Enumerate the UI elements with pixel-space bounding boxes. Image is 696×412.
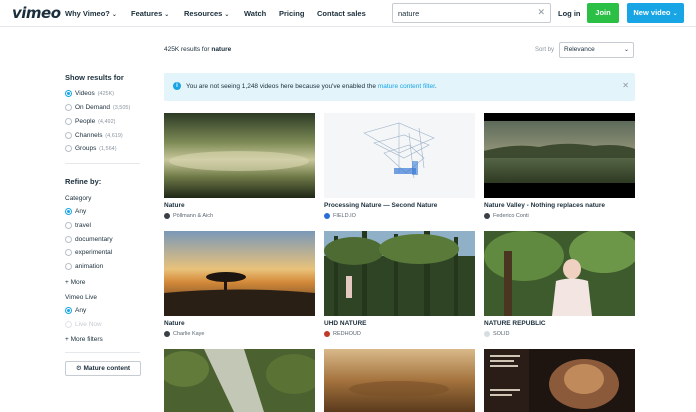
chevron-down-icon: ⌄ — [164, 12, 170, 18]
radio[interactable] — [65, 104, 72, 111]
video-owner[interactable]: Charlie Kaye — [164, 331, 205, 337]
video-thumbnail[interactable] — [484, 349, 635, 412]
video-title[interactable]: UHD NATURE — [324, 320, 367, 327]
nav-watch[interactable]: Watch — [244, 9, 266, 18]
avatar — [164, 331, 170, 337]
chevron-down-icon: ⌄ — [623, 47, 629, 53]
gear-icon: ⚙ — [75, 365, 82, 372]
search-input[interactable] — [398, 7, 528, 20]
video-title[interactable]: Nature Valley - Nothing replaces nature — [484, 202, 605, 209]
radio[interactable] — [65, 132, 72, 139]
video-thumbnail[interactable] — [484, 113, 635, 198]
type-option-people[interactable]: People (4,492) — [65, 118, 116, 128]
search-box: ✕ — [392, 3, 551, 23]
clear-search-icon[interactable]: ✕ — [537, 7, 545, 18]
chevron-down-icon: ⌄ — [224, 12, 230, 18]
type-option-on-demand[interactable]: On Demand (3,505) — [65, 104, 130, 114]
video-title[interactable]: Nature — [164, 320, 185, 327]
avatar — [484, 331, 490, 337]
avatar — [324, 213, 330, 219]
video-thumbnail[interactable] — [164, 349, 315, 412]
radio[interactable] — [65, 263, 72, 270]
nav-pricing[interactable]: Pricing — [279, 9, 304, 18]
video-title[interactable]: Nature — [164, 202, 185, 209]
refine-heading: Refine by: — [65, 177, 102, 186]
sort-select[interactable]: Relevance ⌄ — [559, 42, 634, 58]
type-option-videos[interactable]: Videos (425K) — [65, 90, 114, 100]
video-title[interactable]: NATURE REPUBLIC — [484, 320, 546, 327]
category-option-animation[interactable]: animation — [65, 263, 103, 273]
new-video-button[interactable]: New video ⌄ — [627, 3, 684, 23]
notice-text: You are not seeing 1,248 videos here bec… — [186, 83, 437, 90]
top-nav-bar: vimeo Why Vimeo? ⌄ Features ⌄ Resources ⌄ W… — [0, 0, 696, 27]
video-thumbnail[interactable] — [324, 349, 475, 412]
category-option-experimental[interactable]: experimental — [65, 249, 112, 259]
video-thumbnail[interactable] — [324, 113, 475, 198]
video-owner[interactable]: Federico Conti — [484, 213, 529, 219]
video-owner[interactable]: Pöllmann & Aich — [164, 213, 213, 219]
chevron-down-icon: ⌄ — [672, 11, 678, 17]
sidebar-divider — [65, 163, 140, 164]
sidebar-divider — [65, 352, 140, 353]
show-results-heading: Show results for — [65, 73, 124, 82]
close-icon[interactable]: ✕ — [622, 81, 629, 90]
category-option-travel[interactable]: travel — [65, 222, 91, 232]
more-categories-link[interactable]: + More — [65, 279, 85, 286]
video-owner[interactable]: SOLID — [484, 331, 510, 337]
nav-features[interactable]: Features ⌄ — [131, 9, 169, 18]
nav-why-vimeo[interactable]: Why Vimeo? ⌄ — [65, 9, 117, 18]
category-option-any[interactable]: Any — [65, 208, 86, 218]
vimeo-live-heading: Vimeo Live — [65, 294, 98, 301]
vimeo-logo[interactable]: vimeo — [12, 4, 61, 22]
more-filters-link[interactable]: + More filters — [65, 336, 103, 343]
video-title[interactable]: Processing Nature — Second Nature — [324, 202, 437, 209]
radio-disabled — [65, 321, 72, 328]
radio[interactable] — [65, 118, 72, 125]
avatar — [484, 213, 490, 219]
join-button[interactable]: Join — [587, 3, 619, 23]
login-link[interactable]: Log in — [558, 9, 581, 18]
radio-selected[interactable] — [65, 90, 72, 97]
sort-label: Sort by — [535, 47, 555, 53]
mature-content-button[interactable]: ⚙ Mature content — [65, 361, 141, 376]
video-thumbnail[interactable] — [164, 231, 315, 316]
video-thumbnail[interactable] — [324, 231, 475, 316]
avatar — [324, 331, 330, 337]
radio[interactable] — [65, 236, 72, 243]
mature-content-filter-link[interactable]: mature content filter — [378, 83, 435, 90]
category-heading: Category — [65, 195, 92, 202]
live-option-live-now: Live Now — [65, 321, 102, 331]
mature-filter-notice: i You are not seeing 1,248 videos here b… — [164, 73, 635, 101]
category-option-documentary[interactable]: documentary — [65, 236, 113, 246]
radio[interactable] — [65, 222, 72, 229]
type-option-groups[interactable]: Groups (1,564) — [65, 145, 117, 155]
video-owner[interactable]: REDHOUD — [324, 331, 361, 337]
video-owner[interactable]: FIELD.IO — [324, 213, 356, 219]
avatar — [164, 213, 170, 219]
radio-selected[interactable] — [65, 307, 72, 314]
radio[interactable] — [65, 249, 72, 256]
live-option-any[interactable]: Any — [65, 307, 86, 317]
results-count: 425K results for nature — [164, 46, 232, 53]
radio[interactable] — [65, 145, 72, 152]
video-thumbnail[interactable] — [484, 231, 635, 316]
nav-resources[interactable]: Resources ⌄ — [184, 9, 229, 18]
info-icon: i — [173, 82, 181, 90]
video-thumbnail[interactable] — [164, 113, 315, 198]
radio-selected[interactable] — [65, 208, 72, 215]
type-option-channels[interactable]: Channels (4,619) — [65, 132, 123, 142]
chevron-down-icon: ⌄ — [111, 12, 117, 18]
nav-contact-sales[interactable]: Contact sales — [317, 9, 366, 18]
